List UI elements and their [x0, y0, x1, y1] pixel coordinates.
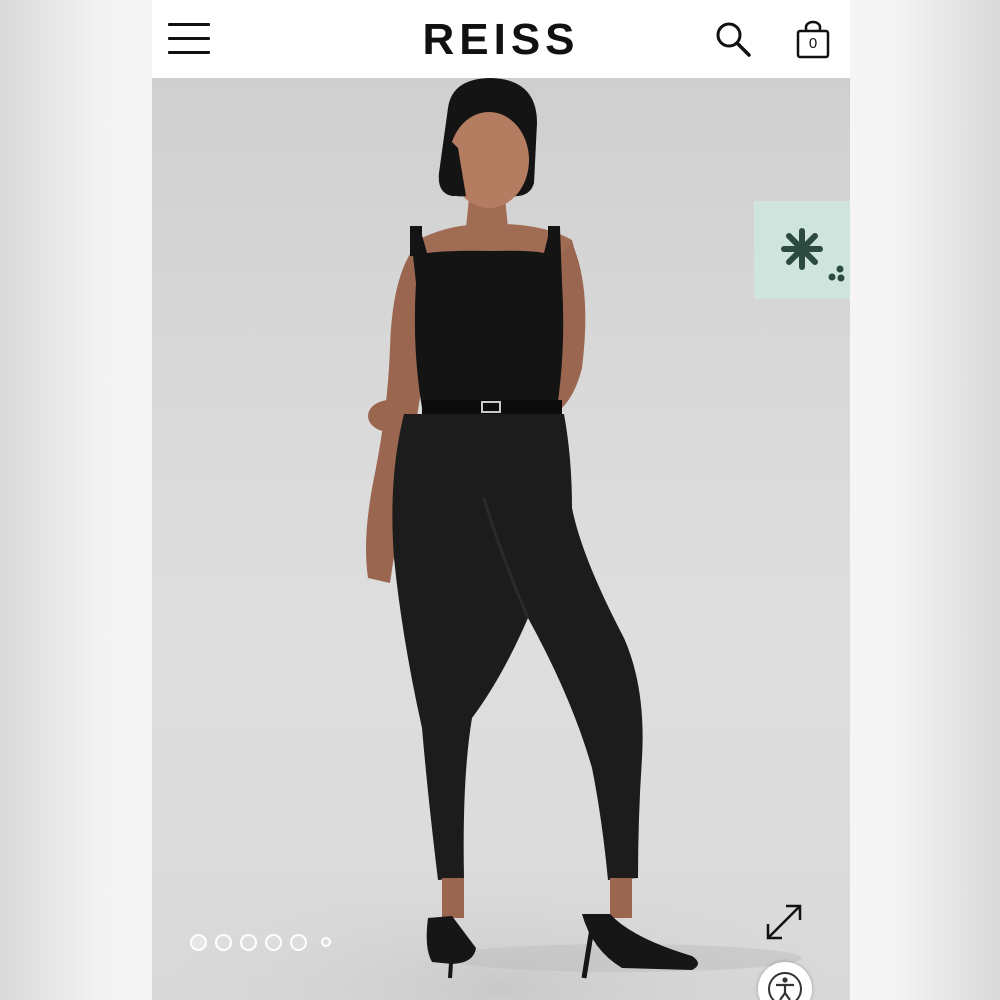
carousel-pagination — [190, 930, 331, 954]
phone-viewport: REISS 0 — [152, 0, 850, 1000]
carousel-dot[interactable] — [190, 933, 207, 951]
feedback-badge-button[interactable] — [754, 201, 850, 299]
shopping-bag-button[interactable]: 0 — [792, 20, 834, 62]
product-image[interactable] — [152, 78, 850, 1000]
site-header: REISS 0 — [152, 0, 850, 78]
carousel-dot[interactable] — [321, 937, 331, 947]
search-icon[interactable] — [714, 20, 754, 60]
carousel-dot[interactable] — [265, 933, 282, 951]
carousel-dot[interactable] — [215, 933, 232, 951]
carousel-dot[interactable] — [290, 933, 307, 951]
expand-arrows-icon[interactable] — [762, 900, 806, 944]
asterisk-icon — [781, 228, 845, 282]
accessibility-icon — [768, 972, 802, 1000]
accessibility-button[interactable] — [758, 962, 812, 1000]
model-photo — [152, 78, 850, 1000]
carousel-dot[interactable] — [240, 933, 257, 951]
bag-item-count: 0 — [808, 35, 818, 52]
